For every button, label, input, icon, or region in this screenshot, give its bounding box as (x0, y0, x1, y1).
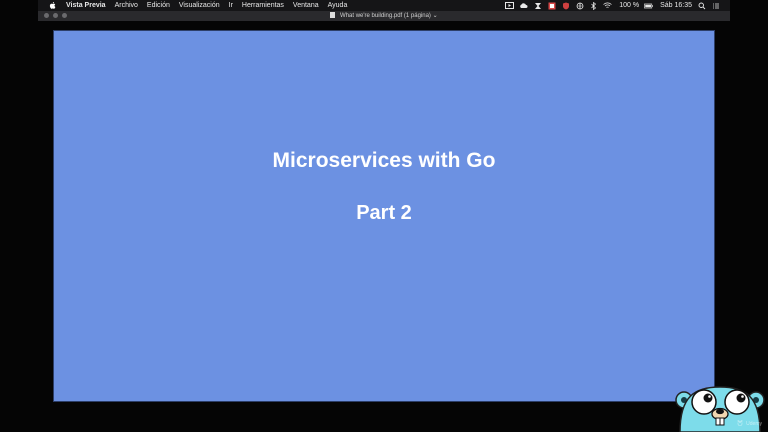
udemy-watermark: Udemy (737, 420, 762, 428)
document-icon (330, 12, 336, 18)
bluetooth-icon-svg (591, 1, 597, 10)
shield-icon[interactable] (561, 1, 570, 10)
apple-icon[interactable] (48, 1, 58, 10)
app-square-icon-svg (548, 2, 556, 9)
udemy-watermark-text: Udemy (746, 421, 762, 427)
menu-item-ventana[interactable]: Ventana (293, 0, 319, 11)
menu-item-visualizacion[interactable]: Visualización (179, 0, 220, 11)
shield-icon-svg (562, 2, 569, 9)
list-icon-svg (712, 3, 719, 8)
menu-app-name[interactable]: Vista Previa (66, 0, 106, 11)
menu-item-ayuda[interactable]: Ayuda (328, 0, 348, 11)
battery-percentage[interactable]: 100 % (619, 0, 639, 11)
menu-left: Vista Previa Archivo Edición Visualizaci… (38, 0, 356, 11)
gopher-right-tooth (719, 417, 725, 426)
apple-icon-svg (49, 2, 56, 9)
gopher-left-eye-shine (708, 395, 711, 398)
menu-bar: Vista Previa Archivo Edición Visualizaci… (38, 0, 730, 11)
battery-icon[interactable] (644, 1, 654, 10)
search-icon-svg (698, 2, 705, 9)
menu-clock[interactable]: Sáb 16:35 (660, 0, 692, 11)
wifi-icon[interactable] (603, 1, 612, 10)
udemy-logo-icon (737, 420, 743, 426)
screen-record-icon[interactable] (505, 1, 515, 10)
window-title: What we're building.pdf (1 página) (340, 13, 431, 19)
cloud-icon-svg (520, 3, 528, 8)
app-icon[interactable] (533, 1, 542, 10)
slide-title: Microservices with Go (272, 149, 496, 172)
gopher-right-eye (724, 389, 750, 415)
app-square-icon[interactable] (547, 1, 556, 10)
screen: Vista Previa Archivo Edición Visualizaci… (0, 0, 768, 432)
gopher-nose (716, 408, 724, 415)
menu-item-herramientas[interactable]: Herramientas (242, 0, 284, 11)
cloud-icon[interactable] (519, 1, 528, 10)
menu-item-ir[interactable]: Ir (229, 0, 233, 11)
globe-icon[interactable] (575, 1, 584, 10)
slide-subtitle: Part 2 (356, 202, 412, 224)
bluetooth-icon[interactable] (589, 1, 598, 10)
gopher-right-pupil (736, 393, 746, 403)
gopher-left-tooth (715, 417, 721, 426)
status-area: 100 % Sáb 16:35 (500, 0, 730, 11)
menu-item-edicion[interactable]: Edición (147, 0, 170, 11)
wifi-icon-svg (603, 2, 612, 8)
screen-record-icon-svg (505, 2, 515, 9)
window-title-area[interactable]: What we're building.pdf (1 página) ⌄ (38, 11, 730, 21)
search-icon[interactable] (697, 1, 706, 10)
globe-icon-svg (576, 2, 584, 9)
preview-title-bar: What we're building.pdf (1 página) ⌄ (38, 11, 730, 21)
menu-item-archivo[interactable]: Archivo (115, 0, 138, 11)
chevron-down-icon: ⌄ (432, 13, 438, 19)
list-icon[interactable] (711, 1, 720, 10)
gopher-left-eye (691, 389, 717, 415)
battery-icon-svg (644, 3, 654, 8)
gopher-right-eye-shine (741, 395, 744, 398)
gopher-left-pupil (703, 393, 713, 403)
app-icon-svg (534, 2, 541, 9)
pdf-page[interactable]: Microservices with Go Part 2 (53, 30, 765, 432)
